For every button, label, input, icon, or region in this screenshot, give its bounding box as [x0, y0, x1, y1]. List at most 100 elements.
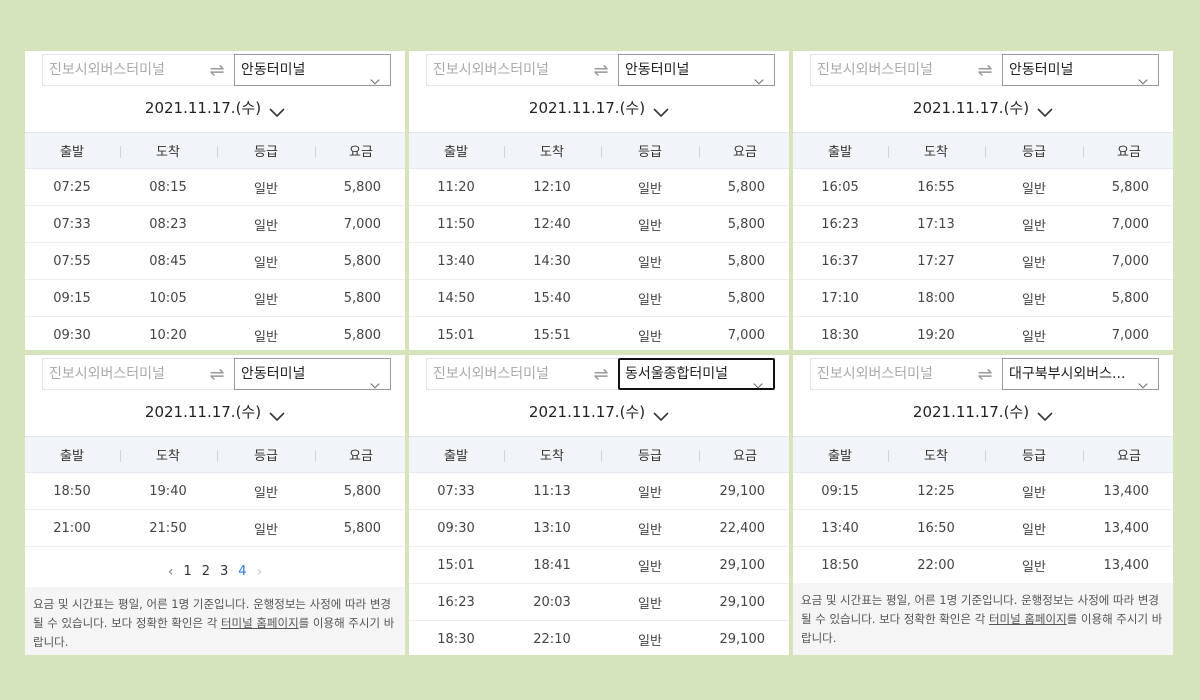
date-selector[interactable]: 2021.11.17.(수): [793, 97, 1173, 121]
fare: 7,000: [1111, 253, 1149, 269]
grade: 일반: [1022, 485, 1046, 501]
table-header: 출발 도착 등급 요금: [25, 132, 405, 169]
header-departure: 출발: [444, 145, 468, 160]
header-arrival: 도착: [156, 449, 180, 464]
fare: 5,800: [343, 483, 381, 499]
fare: 5,800: [1111, 179, 1149, 195]
departure-time: 18:50: [53, 483, 91, 499]
notice-text: 요금 및 시간표는 평일, 어른 1명 기준입니다. 운행정보는 사정에 따라 …: [793, 583, 1173, 655]
date-selector[interactable]: 2021.11.17.(수): [25, 97, 405, 121]
page-link[interactable]: 2: [197, 564, 215, 579]
origin-field[interactable]: 진보시외버스터미널: [810, 54, 968, 86]
fare: 29,100: [719, 631, 766, 647]
swap-icon[interactable]: ⇌: [584, 358, 618, 390]
destination-select[interactable]: 대구북부시외버스...: [1002, 358, 1159, 390]
table-row: 09:30 10:20 일반 5,800: [25, 317, 405, 350]
origin-field[interactable]: 진보시외버스터미널: [42, 358, 200, 390]
departure-time: 17:10: [821, 290, 859, 306]
grade: 일반: [254, 485, 278, 501]
table-row: 18:50 22:00 일반 13,400: [793, 547, 1173, 584]
destination-select[interactable]: 안동터미널: [234, 54, 391, 86]
page-link[interactable]: 1: [178, 564, 196, 579]
arrival-time: 12:10: [533, 179, 571, 195]
swap-icon[interactable]: ⇌: [584, 54, 618, 86]
date-selector[interactable]: 2021.11.17.(수): [25, 401, 405, 425]
origin-field[interactable]: 진보시외버스터미널: [426, 358, 584, 390]
arrival-time: 16:55: [917, 179, 955, 195]
fare: 5,800: [727, 179, 765, 195]
arrival-time: 12:40: [533, 216, 571, 232]
destination-select[interactable]: 동서울종합터미널: [618, 358, 775, 390]
date-label: 2021.11.17.(수): [144, 99, 262, 117]
departure-time: 16:05: [821, 179, 859, 195]
departure-time: 15:01: [437, 327, 475, 343]
fare: 5,800: [727, 290, 765, 306]
fare: 29,100: [719, 557, 766, 573]
fare: 5,800: [727, 216, 765, 232]
grade: 일반: [638, 329, 662, 345]
page-link[interactable]: 3: [215, 564, 233, 579]
date-label: 2021.11.17.(수): [528, 99, 646, 117]
chevron-left-icon[interactable]: ‹: [163, 564, 179, 580]
destination-select[interactable]: 안동터미널: [1002, 54, 1159, 86]
chevron-down-icon: [1138, 66, 1148, 85]
grade: 일반: [638, 218, 662, 234]
origin-field[interactable]: 진보시외버스터미널: [42, 54, 200, 86]
destination-select[interactable]: 안동터미널: [234, 358, 391, 390]
arrival-time: 08:23: [149, 216, 187, 232]
arrival-time: 15:51: [533, 327, 571, 343]
grade: 일반: [638, 485, 662, 501]
table-row: 16:23 17:13 일반 7,000: [793, 206, 1173, 243]
swap-icon[interactable]: ⇌: [200, 54, 234, 86]
departure-time: 07:33: [53, 216, 91, 232]
fare: 29,100: [719, 483, 766, 499]
departure-time: 07:25: [53, 179, 91, 195]
schedule-panel: 진보시외버스터미널 ⇌ 대구북부시외버스... 2021.11.17.(수) 출…: [793, 355, 1173, 655]
terminal-homepage-link[interactable]: 터미널 홈페이지: [221, 616, 299, 630]
header-grade: 등급: [1022, 449, 1046, 464]
header-fare: 요금: [733, 145, 757, 160]
date-selector[interactable]: 2021.11.17.(수): [793, 401, 1173, 425]
destination-label: 대구북부시외버스...: [1009, 366, 1126, 382]
destination-select[interactable]: 안동터미널: [618, 54, 775, 86]
chevron-right-icon[interactable]: ›: [252, 564, 268, 580]
date-selector[interactable]: 2021.11.17.(수): [409, 97, 789, 121]
swap-icon[interactable]: ⇌: [968, 54, 1002, 86]
notice-text: 요금 및 시간표는 평일, 어른 1명 기준입니다. 운행정보는 사정에 따라 …: [25, 587, 405, 655]
destination-label: 안동터미널: [241, 366, 306, 382]
departure-time: 09:15: [53, 290, 91, 306]
table-row: 17:10 18:00 일반 5,800: [793, 280, 1173, 317]
fare: 5,800: [727, 253, 765, 269]
fare: 5,800: [343, 253, 381, 269]
departure-time: 09:30: [437, 520, 475, 536]
arrival-time: 12:25: [917, 483, 955, 499]
date-selector[interactable]: 2021.11.17.(수): [409, 401, 789, 425]
fare: 5,800: [343, 327, 381, 343]
header-fare: 요금: [733, 449, 757, 464]
route-selector: 진보시외버스터미널 ⇌ 동서울종합터미널: [426, 358, 778, 390]
origin-field[interactable]: 진보시외버스터미널: [426, 54, 584, 86]
origin-field[interactable]: 진보시외버스터미널: [810, 358, 968, 390]
departure-time: 13:40: [437, 253, 475, 269]
header-fare: 요금: [1117, 449, 1141, 464]
header-arrival: 도착: [924, 449, 948, 464]
header-departure: 출발: [828, 449, 852, 464]
fare: 22,400: [719, 520, 766, 536]
page-link[interactable]: 4: [233, 564, 251, 579]
destination-label: 안동터미널: [625, 62, 690, 78]
fare: 13,400: [1103, 483, 1150, 499]
grade: 일반: [638, 633, 662, 649]
terminal-homepage-link[interactable]: 터미널 홈페이지: [989, 612, 1067, 626]
swap-icon[interactable]: ⇌: [200, 358, 234, 390]
fare: 29,100: [719, 594, 766, 610]
fare: 7,000: [1111, 216, 1149, 232]
swap-icon[interactable]: ⇌: [968, 358, 1002, 390]
schedule-panel: 진보시외버스터미널 ⇌ 안동터미널 2021.11.17.(수) 출발 도착 등…: [25, 355, 405, 655]
chevron-down-icon: [370, 66, 380, 85]
fare: 5,800: [343, 520, 381, 536]
grade: 일반: [1022, 218, 1046, 234]
arrival-time: 10:05: [149, 290, 187, 306]
chevron-down-icon: [753, 371, 763, 388]
table-header: 출발 도착 등급 요금: [25, 436, 405, 473]
grade: 일반: [1022, 329, 1046, 345]
